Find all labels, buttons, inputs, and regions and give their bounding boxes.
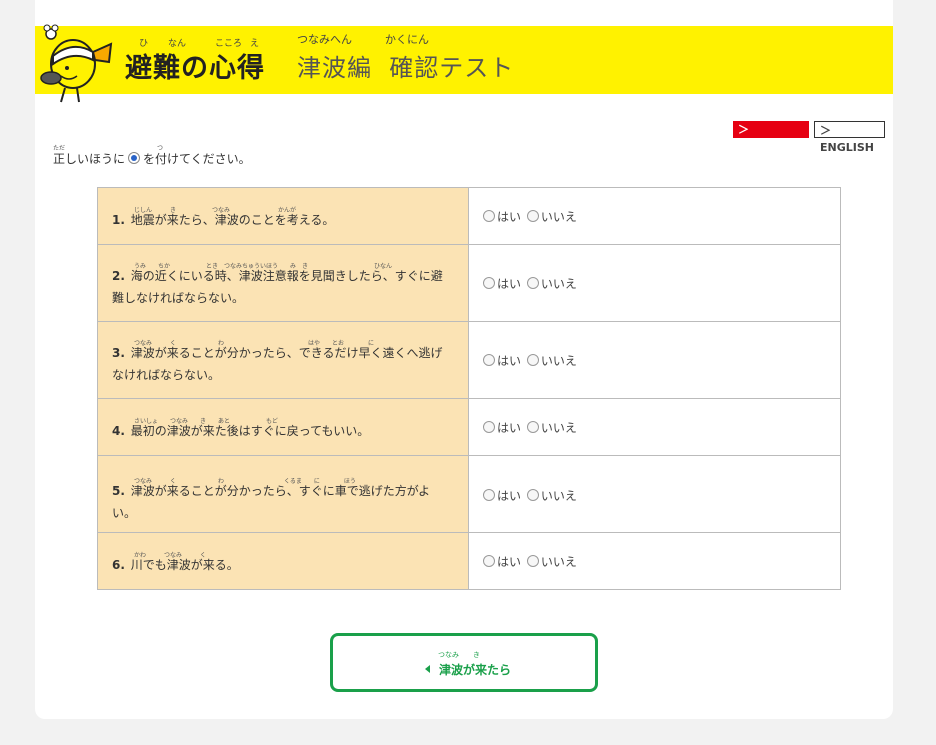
question-number: 1.	[112, 212, 125, 227]
language-english-button[interactable]: ＞ENGLISH	[814, 121, 885, 154]
answer-yes-label: はい	[497, 489, 522, 503]
answer-no-option[interactable]: いいえ	[526, 208, 577, 225]
language-japanese-button[interactable]: ＞JAPANESE	[733, 121, 809, 153]
page-subtitle: 津波編 確認テスト	[297, 48, 514, 83]
question-row: つなみ く わ くるま に ほう 5. 津波が来ることが分かったら、すぐに車で逃げ…	[97, 455, 841, 533]
answer-yes-label: はい	[497, 420, 522, 435]
radio-yes[interactable]	[483, 276, 495, 289]
answer-yes-option[interactable]: はい	[483, 275, 521, 292]
answer-no-option[interactable]: いいえ	[526, 553, 577, 570]
answer-no-option[interactable]: いいえ	[526, 352, 577, 369]
answer-no-label: いいえ	[540, 489, 577, 503]
question-ruby: つなみ く わ くるま に ほう	[134, 478, 356, 485]
answer-no-label: いいえ	[540, 420, 577, 435]
next-button-label: 津波が来たら	[439, 663, 512, 677]
answer-cell: はい いいえ	[468, 187, 841, 245]
question-row: じしん き つなみ かんが 1. 地震が来たら、津波のことを考える。 はい いいえ	[97, 187, 841, 245]
question-number: 6.	[112, 557, 125, 572]
answer-cell: はい いいえ	[468, 532, 841, 590]
radio-yes[interactable]	[483, 489, 495, 501]
question-row: かわ つなみ く 6. 川でも津波が来る。 はい いいえ	[97, 532, 841, 590]
subtitle-ruby-2: かくにん	[385, 33, 429, 46]
radio-no[interactable]	[526, 353, 539, 366]
answer-no-label: いいえ	[540, 554, 577, 569]
radio-no[interactable]	[526, 489, 539, 501]
question-cell: じしん き つなみ かんが 1. 地震が来たら、津波のことを考える。	[97, 187, 469, 245]
question-number: 4.	[112, 423, 125, 438]
header-banner: ひ なん こころ え 避難の心得 つなみへん かくにん 津波編 確認テスト	[35, 24, 893, 103]
quiz-table: じしん き つなみ かんが 1. 地震が来たら、津波のことを考える。 はい いいえ…	[97, 187, 841, 590]
answer-no-option[interactable]: いいえ	[526, 487, 577, 504]
subtitle-part1: 津波編	[297, 54, 372, 82]
answer-yes-label: はい	[497, 554, 522, 569]
answer-yes-option[interactable]: はい	[483, 553, 521, 570]
radio-yes[interactable]	[483, 554, 495, 567]
radio-no[interactable]	[526, 276, 539, 289]
answer-yes-label: はい	[497, 276, 522, 291]
instruction-after: を付けてください。	[143, 152, 251, 166]
radio-no[interactable]	[526, 554, 539, 567]
answer-no-label: いいえ	[540, 353, 577, 368]
answer-yes-option[interactable]: はい	[483, 419, 521, 436]
answer-no-option[interactable]: いいえ	[526, 419, 577, 436]
subtitle-ruby-1: つなみへん	[297, 33, 352, 46]
question-row: さいしょ つなみ き あと もど 4. 最初の津波が来た後はすぐに戻ってもいい。 …	[97, 398, 841, 456]
question-cell: つなみ く わ くるま に ほう 5. 津波が来ることが分かったら、すぐに車で逃げ…	[97, 455, 469, 533]
radio-yes[interactable]	[483, 209, 495, 222]
next-page-button[interactable]: つなみ き 津波が来たら	[330, 633, 598, 692]
question-row: うみ ちか とき つなみちゅういほう み き ひなん 2. 海の近くにいる時、津波…	[97, 244, 841, 322]
question-number: 2.	[112, 268, 125, 283]
instruction-text: 正しいほうに を付けてください。	[53, 150, 251, 167]
question-number: 3.	[112, 345, 125, 360]
question-ruby: じしん き つなみ かんが	[134, 206, 297, 214]
question-ruby: つなみ く わ はや とお に	[134, 339, 375, 347]
next-button-ruby: つなみ き	[438, 651, 480, 659]
question-number: 5.	[112, 484, 125, 498]
question-ruby: かわ つなみ く	[134, 551, 207, 559]
answer-no-label: いいえ	[540, 209, 577, 224]
answer-cell: はい いいえ	[468, 321, 841, 399]
mascot-logo	[40, 24, 113, 103]
question-cell: つなみ く わ はや とお に 3. 津波が来ることが分かったら、できるだけ早く遠…	[97, 321, 469, 399]
answer-cell: はい いいえ	[468, 398, 841, 456]
subtitle-part2: 確認テスト	[389, 54, 515, 82]
question-ruby: うみ ちか とき つなみちゅういほう み き ひなん	[134, 262, 393, 270]
site-title: 避難の心得	[125, 53, 265, 84]
triangle-left-icon	[425, 665, 430, 673]
radio-no[interactable]	[526, 209, 539, 222]
radio-yes[interactable]	[483, 420, 495, 433]
radio-yes[interactable]	[483, 353, 495, 366]
answer-yes-option[interactable]: はい	[483, 208, 521, 225]
answer-cell: はい いいえ	[468, 455, 841, 533]
answer-yes-label: はい	[497, 209, 522, 224]
radio-selected-icon	[128, 152, 141, 164]
answer-no-option[interactable]: いいえ	[526, 275, 577, 292]
answer-cell: はい いいえ	[468, 244, 841, 322]
next-button-content: 津波が来たら	[425, 661, 511, 678]
question-row: つなみ く わ はや とお に 3. 津波が来ることが分かったら、できるだけ早く遠…	[97, 321, 841, 399]
answer-yes-option[interactable]: はい	[483, 352, 521, 369]
question-cell: さいしょ つなみ き あと もど 4. 最初の津波が来た後はすぐに戻ってもいい。	[97, 398, 469, 456]
answer-yes-option[interactable]: はい	[483, 487, 521, 504]
answer-no-label: いいえ	[540, 276, 577, 291]
question-cell: かわ つなみ く 6. 川でも津波が来る。	[97, 532, 469, 590]
instruction-before: 正しいほうに	[53, 152, 126, 166]
question-ruby: さいしょ つなみ き あと もど	[134, 417, 278, 425]
answer-yes-label: はい	[497, 353, 522, 368]
radio-no[interactable]	[526, 420, 539, 433]
question-cell: うみ ちか とき つなみちゅういほう み き ひなん 2. 海の近くにいる時、津波…	[97, 244, 469, 322]
